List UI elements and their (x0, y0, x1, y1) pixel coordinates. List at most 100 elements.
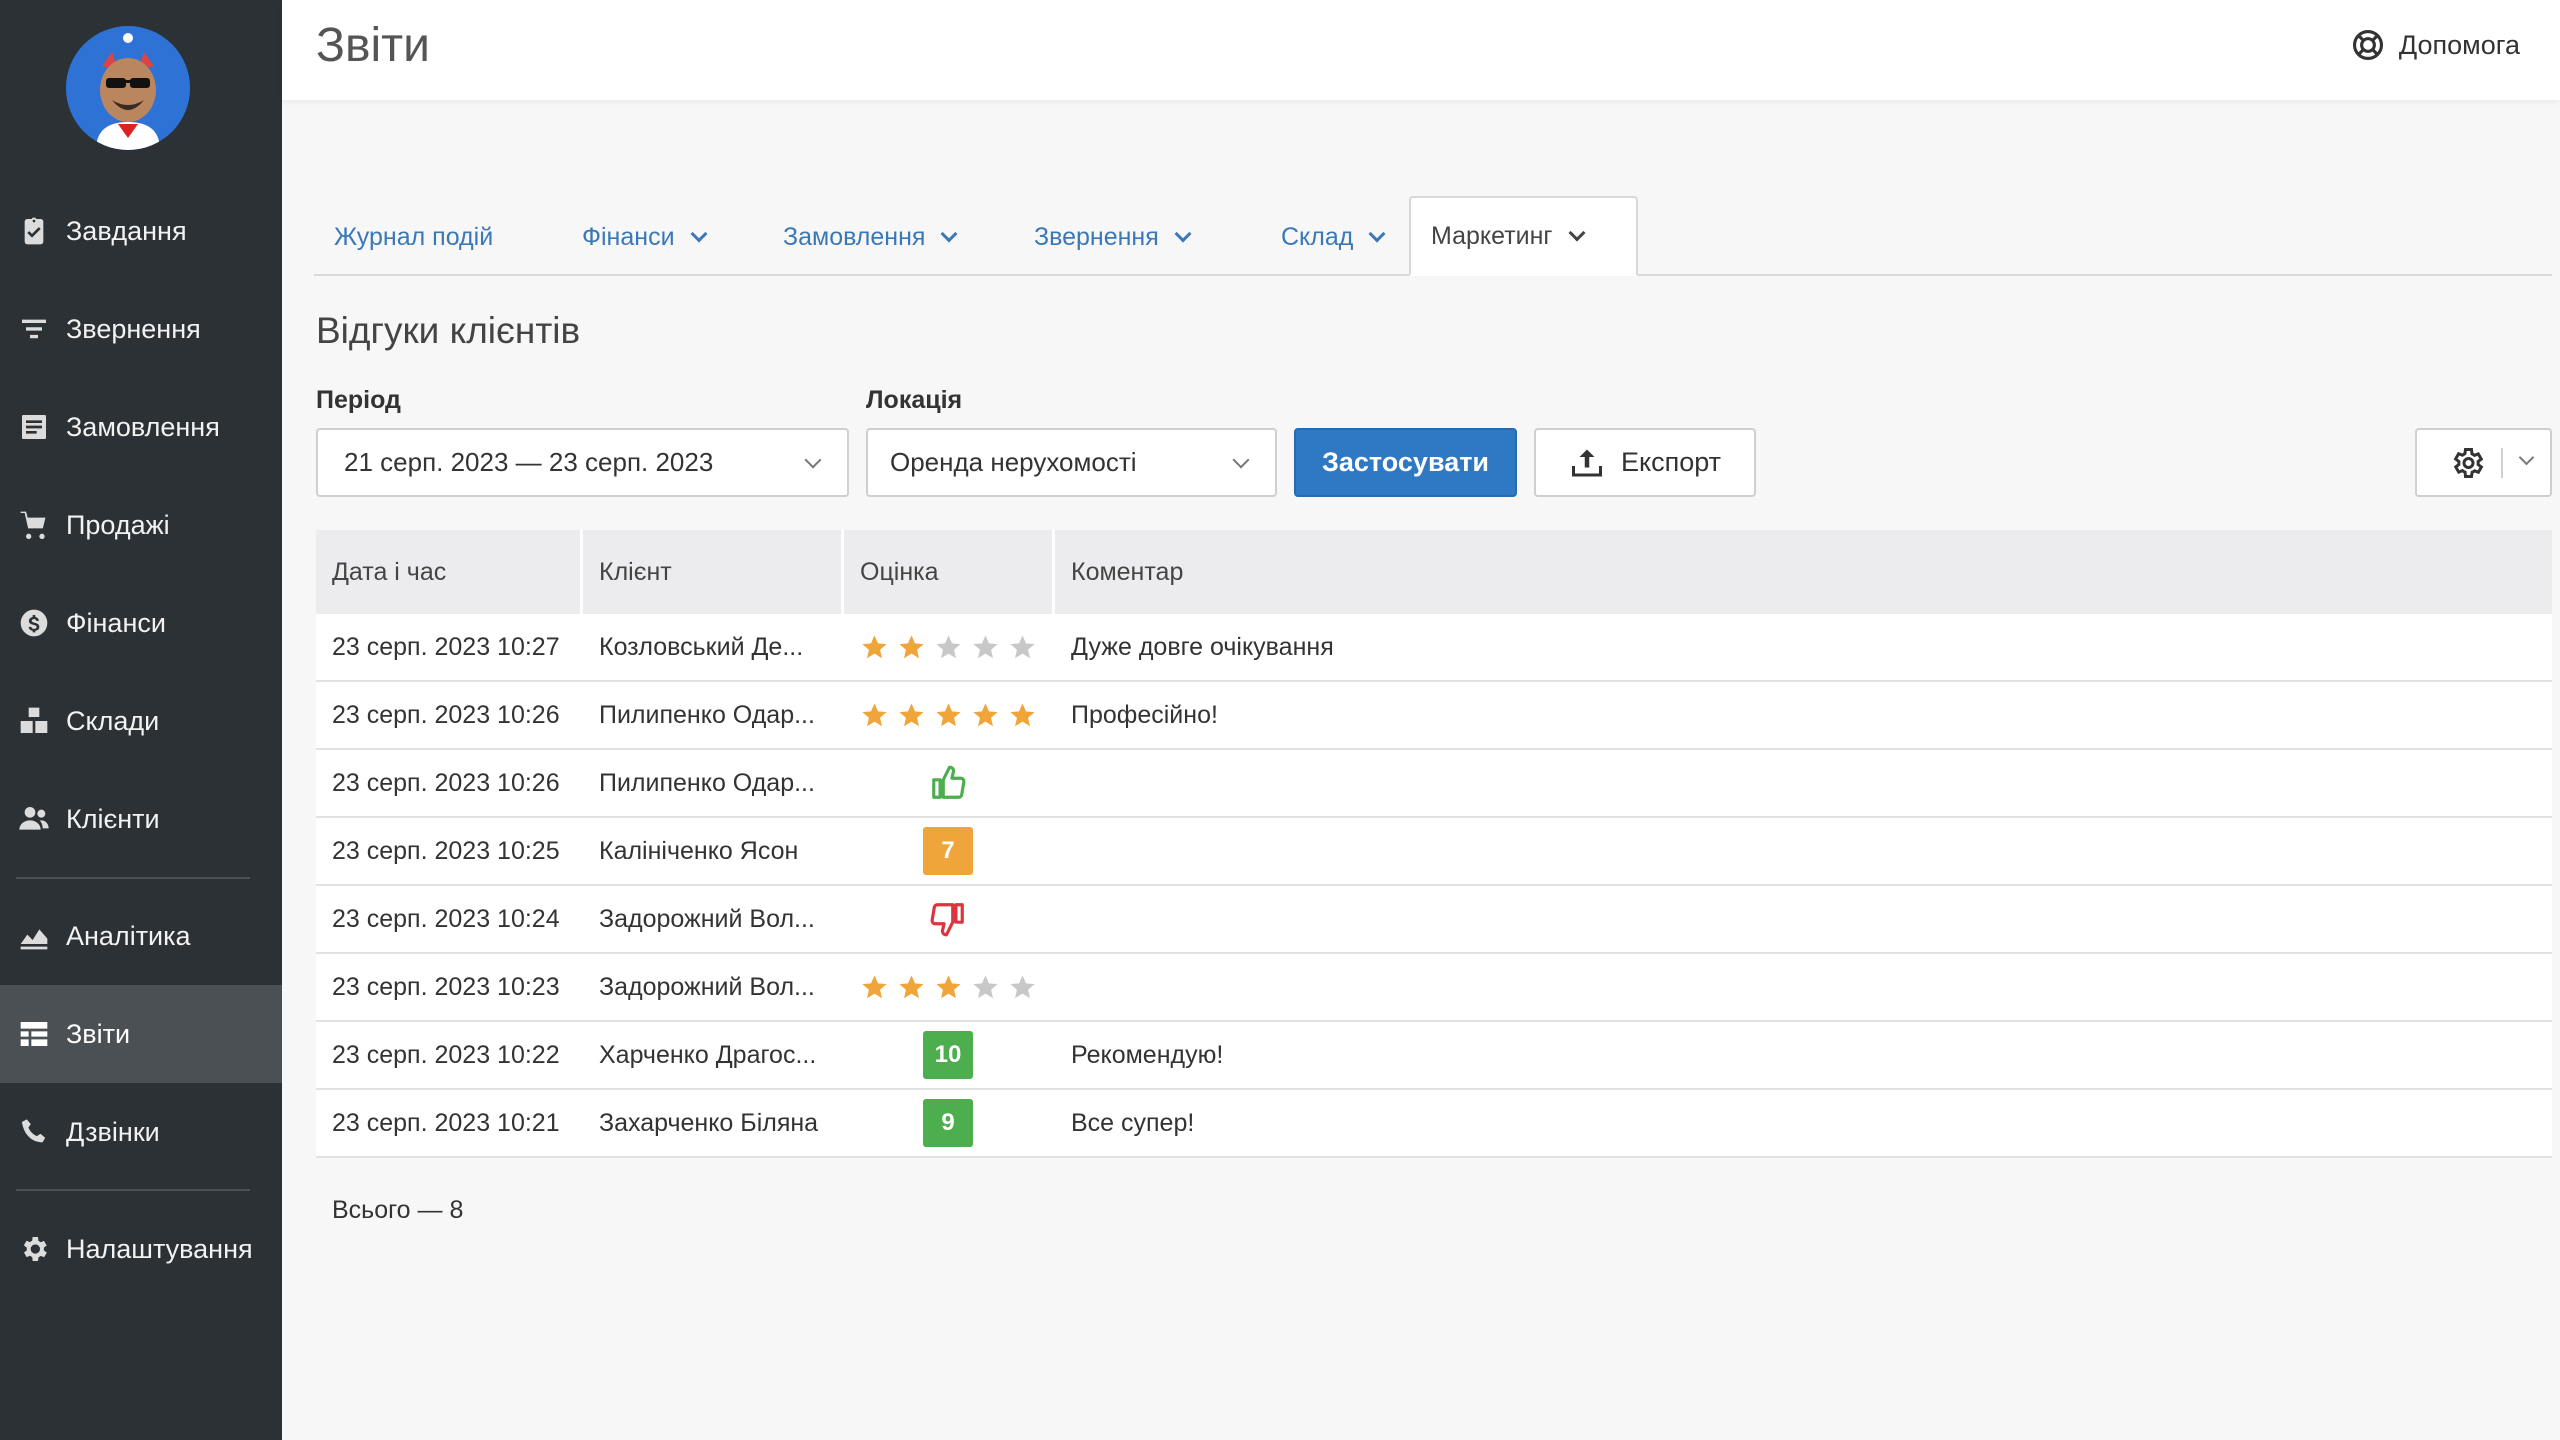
sidebar-item-calls[interactable]: Дзвінки (0, 1083, 282, 1181)
cell-rating: 7 (844, 818, 1052, 884)
export-button[interactable]: Експорт (1534, 428, 1756, 497)
sidebar-item-label: Фінанси (66, 607, 166, 638)
cell-comment: Професійно! (1071, 700, 1218, 729)
table-row[interactable]: 23 серп. 2023 10:24 Задорожний Вол... (316, 886, 2552, 954)
area-chart-icon (16, 918, 52, 954)
report-tabs: Журнал подій Фінанси Замовлення Зверненн… (314, 196, 2552, 276)
score-badge: 10 (923, 1031, 973, 1079)
sidebar-item-requests[interactable]: Звернення (0, 280, 282, 378)
cell-datetime: 23 серп. 2023 10:26 (332, 768, 560, 797)
cell-client: Пилипенко Одар... (599, 700, 815, 729)
sidebar-item-label: Продажі (66, 509, 170, 540)
tab-label: Маркетинг (1431, 221, 1553, 250)
chevron-down-icon (2518, 449, 2535, 466)
cell-rating: 10 (844, 1022, 1052, 1088)
sidebar-item-settings[interactable]: Налаштування (0, 1200, 282, 1298)
sidebar-item-reports[interactable]: Звіти (0, 985, 282, 1083)
sidebar-item-tasks[interactable]: Завдання (0, 182, 282, 280)
clipboard-icon (16, 213, 52, 249)
cell-rating (844, 886, 1052, 952)
location-label: Локація (866, 386, 963, 414)
table-row[interactable]: 23 серп. 2023 10:25 Калініченко Ясон 7 (316, 818, 2552, 886)
sidebar-item-label: Звіти (66, 1018, 131, 1049)
column-header-rating[interactable]: Оцінка (844, 530, 1052, 614)
tab-label: Журнал подій (334, 222, 494, 251)
chevron-down-icon (804, 451, 822, 469)
location-select[interactable]: Оренда нерухомості (866, 428, 1277, 497)
sidebar-item-label: Клієнти (66, 803, 160, 834)
table-header: Дата і час Клієнт Оцінка Коментар (316, 530, 2552, 614)
tab-requests[interactable]: Звернення (1014, 198, 1209, 276)
period-select[interactable]: 21 серп. 2023 — 23 серп. 2023 (316, 428, 849, 497)
column-header-client[interactable]: Клієнт (583, 530, 841, 614)
tab-label: Фінанси (582, 222, 675, 251)
apply-button[interactable]: Застосувати (1294, 428, 1517, 497)
tab-marketing[interactable]: Маркетинг (1409, 196, 1638, 276)
chevron-down-icon (1232, 451, 1250, 469)
table-row[interactable]: 23 серп. 2023 10:27 Козловський Де... Дуже… (316, 614, 2552, 682)
page-title: Звіти (316, 19, 430, 72)
gear-icon (16, 1231, 52, 1267)
sidebar-item-label: Завдання (66, 215, 187, 246)
cell-comment (1055, 954, 2552, 1020)
sidebar-item-label: Налаштування (66, 1233, 253, 1264)
table-row[interactable]: 23 серп. 2023 10:26 Пилипенко Одар... (316, 750, 2552, 818)
star-icon (861, 974, 887, 998)
star-icon (861, 634, 887, 658)
phone-icon (16, 1114, 52, 1150)
star-icon (935, 702, 961, 726)
cell-client: Калініченко Ясон (599, 836, 799, 865)
tab-label: Замовлення (783, 222, 926, 251)
column-header-comment[interactable]: Коментар (1055, 530, 2552, 614)
chevron-down-icon (940, 225, 958, 243)
sidebar-item-finance[interactable]: Фінанси (0, 574, 282, 672)
report-title: Відгуки клієнтів (316, 310, 581, 351)
sidebar-item-analytics[interactable]: Аналітика (0, 887, 282, 985)
star-icon (1009, 634, 1035, 658)
cell-datetime: 23 серп. 2023 10:23 (332, 972, 560, 1001)
sidebar-item-warehouses[interactable]: Склади (0, 672, 282, 770)
star-icon (935, 634, 961, 658)
cell-rating: 9 (844, 1090, 1052, 1156)
table-body: 23 серп. 2023 10:27 Козловський Де... Дуже… (316, 614, 2552, 1158)
cell-datetime: 23 серп. 2023 10:25 (332, 836, 560, 865)
period-value: 21 серп. 2023 — 23 серп. 2023 (344, 447, 714, 477)
tab-event-log[interactable]: Журнал подій (314, 198, 513, 276)
cell-client: Захарченко Біляна (599, 1108, 819, 1137)
location-value: Оренда нерухомості (890, 447, 1137, 477)
tab-orders[interactable]: Замовлення (763, 198, 975, 276)
table-settings-button[interactable] (2415, 428, 2552, 497)
sidebar-item-clients[interactable]: Клієнти (0, 770, 282, 868)
star-icon (972, 974, 998, 998)
cell-client: Пилипенко Одар... (599, 768, 815, 797)
table-row[interactable]: 23 серп. 2023 10:22 Харченко Драгос... 10 Р… (316, 1022, 2552, 1090)
tab-finance[interactable]: Фінанси (562, 198, 725, 276)
table-row[interactable]: 23 серп. 2023 10:21 Захарченко Біляна 9 Все… (316, 1090, 2552, 1158)
chevron-down-icon (1174, 225, 1192, 243)
cell-client: Задорожний Вол... (599, 972, 815, 1001)
sidebar-divider (16, 1189, 250, 1191)
star-icon (972, 634, 998, 658)
apply-label: Застосувати (1321, 447, 1490, 477)
chevron-down-icon (1368, 225, 1386, 243)
star-rating (860, 701, 1037, 730)
users-icon (16, 801, 52, 837)
total-count: Всього — 8 (332, 1196, 464, 1224)
sidebar-item-label: Звернення (66, 313, 201, 344)
table-row[interactable]: 23 серп. 2023 10:26 Пилипенко Одар... Проф… (316, 682, 2552, 750)
cell-datetime: 23 серп. 2023 10:24 (332, 904, 560, 933)
help-link[interactable]: Допомога (2351, 28, 2520, 62)
column-header-datetime[interactable]: Дата і час (316, 530, 580, 614)
table-row[interactable]: 23 серп. 2023 10:23 Задорожний Вол... (316, 954, 2552, 1022)
star-icon (1009, 974, 1035, 998)
dollar-circle-icon (16, 605, 52, 641)
tab-warehouse[interactable]: Склад (1261, 198, 1403, 276)
feedback-table: Дата і час Клієнт Оцінка Коментар 23 сер… (316, 530, 2552, 1158)
sidebar-item-orders[interactable]: Замовлення (0, 378, 282, 476)
sidebar-divider (16, 877, 250, 879)
sidebar-item-label: Замовлення (66, 411, 220, 442)
user-avatar[interactable] (66, 26, 190, 150)
star-icon (935, 974, 961, 998)
sidebar-item-sales[interactable]: Продажі (0, 476, 282, 574)
tab-label: Звернення (1034, 222, 1159, 251)
